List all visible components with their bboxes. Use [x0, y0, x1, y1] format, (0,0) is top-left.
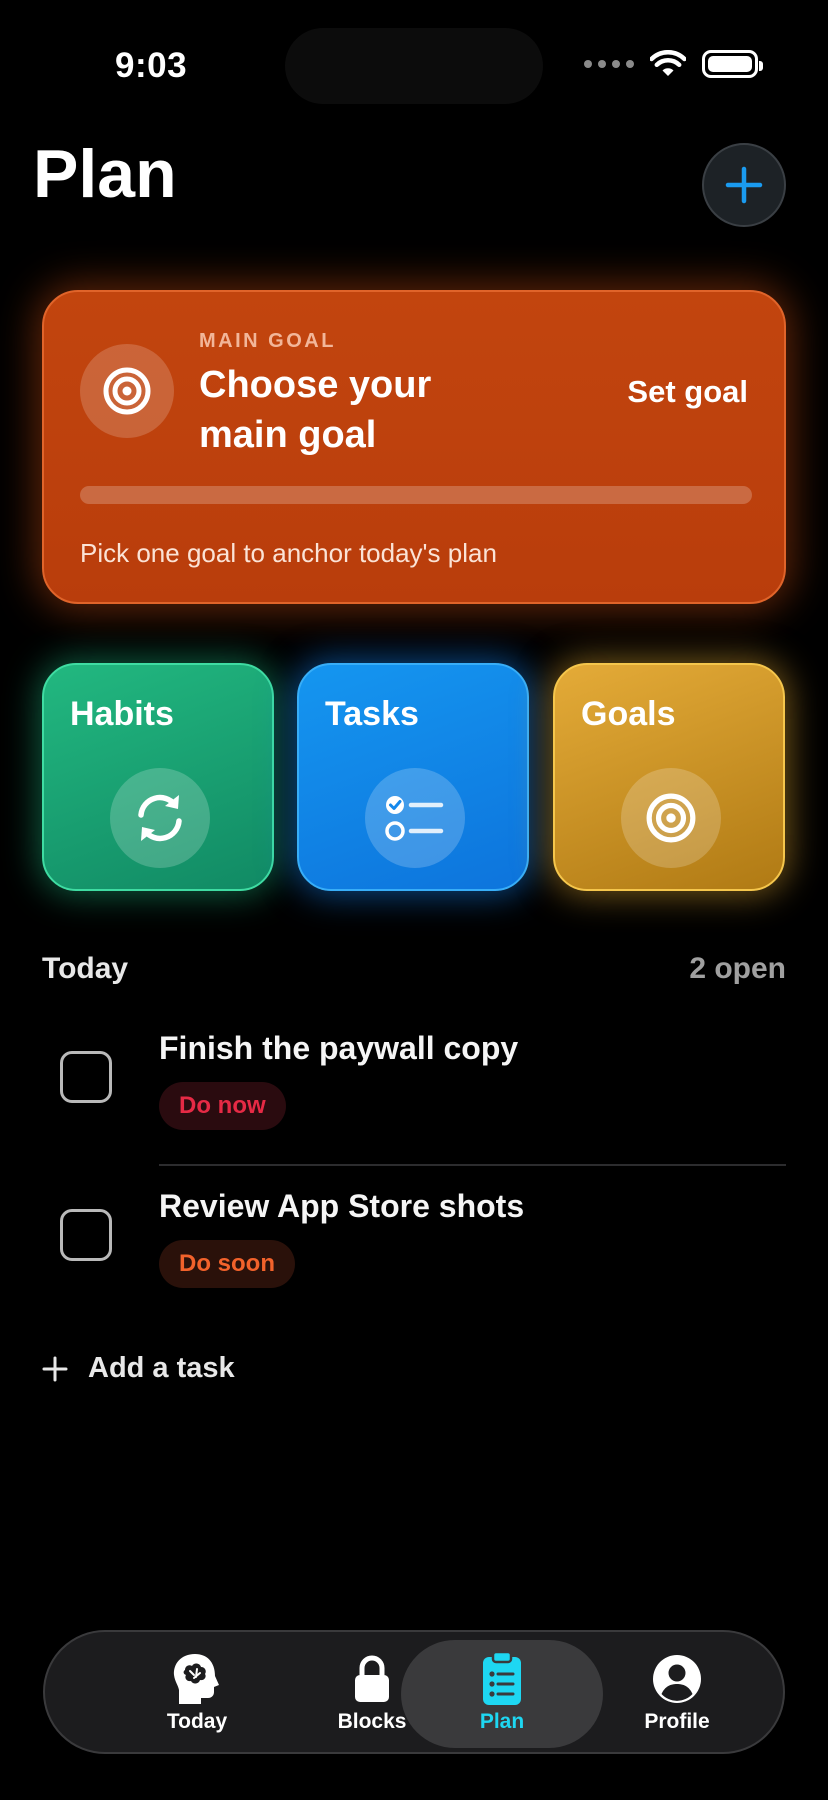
- brain-head-icon: [173, 1654, 219, 1704]
- goal-progress-track: [80, 486, 752, 504]
- tab-profile[interactable]: Profile: [577, 1632, 777, 1756]
- tab-today[interactable]: Today: [97, 1632, 297, 1756]
- tab-plan[interactable]: Plan: [402, 1632, 602, 1756]
- tab-label: Blocks: [337, 1710, 407, 1733]
- goal-eyebrow: MAIN GOAL: [199, 330, 336, 352]
- priority-badge: Do now: [159, 1082, 286, 1130]
- set-goal-button[interactable]: Set goal: [627, 374, 748, 410]
- task-title: Review App Store shots: [159, 1188, 525, 1224]
- add-task-button[interactable]: Add a task: [42, 1352, 235, 1385]
- goal-hint: Pick one goal to anchor today's plan: [80, 538, 497, 568]
- today-section-title: Today: [42, 952, 129, 985]
- wifi-icon: [650, 50, 686, 76]
- sync-icon: [138, 794, 182, 842]
- tile-icon-badge: [365, 768, 465, 868]
- battery-icon: [702, 50, 763, 78]
- habits-tile[interactable]: Habits: [42, 663, 274, 891]
- goals-tile[interactable]: Goals: [553, 663, 785, 891]
- task-row[interactable]: Review App Store shots Do soon: [42, 1166, 786, 1324]
- goal-title: Choose your main goal: [199, 364, 432, 456]
- plan-screen: 9:03 Plan MAIN GOAL Choose your main goa…: [0, 0, 828, 1800]
- tile-label: Tasks: [325, 695, 419, 733]
- open-count: 2 open: [689, 952, 786, 985]
- person-circle-icon: [653, 1655, 701, 1703]
- tasks-tile[interactable]: Tasks: [297, 663, 529, 891]
- tab-label: Today: [166, 1710, 228, 1733]
- tab-bar: Today Blocks Plan Profile: [43, 1630, 785, 1754]
- target-icon: [646, 793, 696, 843]
- plus-icon: [42, 1356, 68, 1381]
- tab-label: Plan: [479, 1710, 525, 1733]
- status-time: 9:03: [115, 46, 188, 85]
- checklist-icon: [385, 796, 444, 841]
- tile-label: Goals: [581, 695, 676, 733]
- dynamic-island: [285, 28, 543, 104]
- add-task-label: Add a task: [88, 1352, 235, 1384]
- tab-label: Profile: [644, 1710, 710, 1733]
- clipboard-list-icon: [483, 1651, 521, 1705]
- tile-label: Habits: [70, 695, 174, 733]
- add-button[interactable]: [702, 143, 786, 227]
- main-goal-card[interactable]: MAIN GOAL Choose your main goal Set goal…: [42, 290, 786, 604]
- priority-badge: Do soon: [159, 1240, 295, 1288]
- page-title: Plan: [33, 136, 177, 212]
- cellular-signal-icon: [584, 60, 634, 68]
- status-indicators: [584, 50, 763, 78]
- goal-icon-badge: [80, 344, 174, 438]
- task-checkbox[interactable]: [60, 1209, 112, 1261]
- task-title: Finish the paywall copy: [159, 1030, 519, 1066]
- lock-icon: [355, 1655, 389, 1702]
- target-icon: [103, 367, 151, 415]
- tile-icon-badge: [110, 768, 210, 868]
- task-row[interactable]: Finish the paywall copy Do now: [42, 1008, 786, 1166]
- tile-icon-badge: [621, 768, 721, 868]
- plus-icon: [725, 166, 763, 204]
- task-checkbox[interactable]: [60, 1051, 112, 1103]
